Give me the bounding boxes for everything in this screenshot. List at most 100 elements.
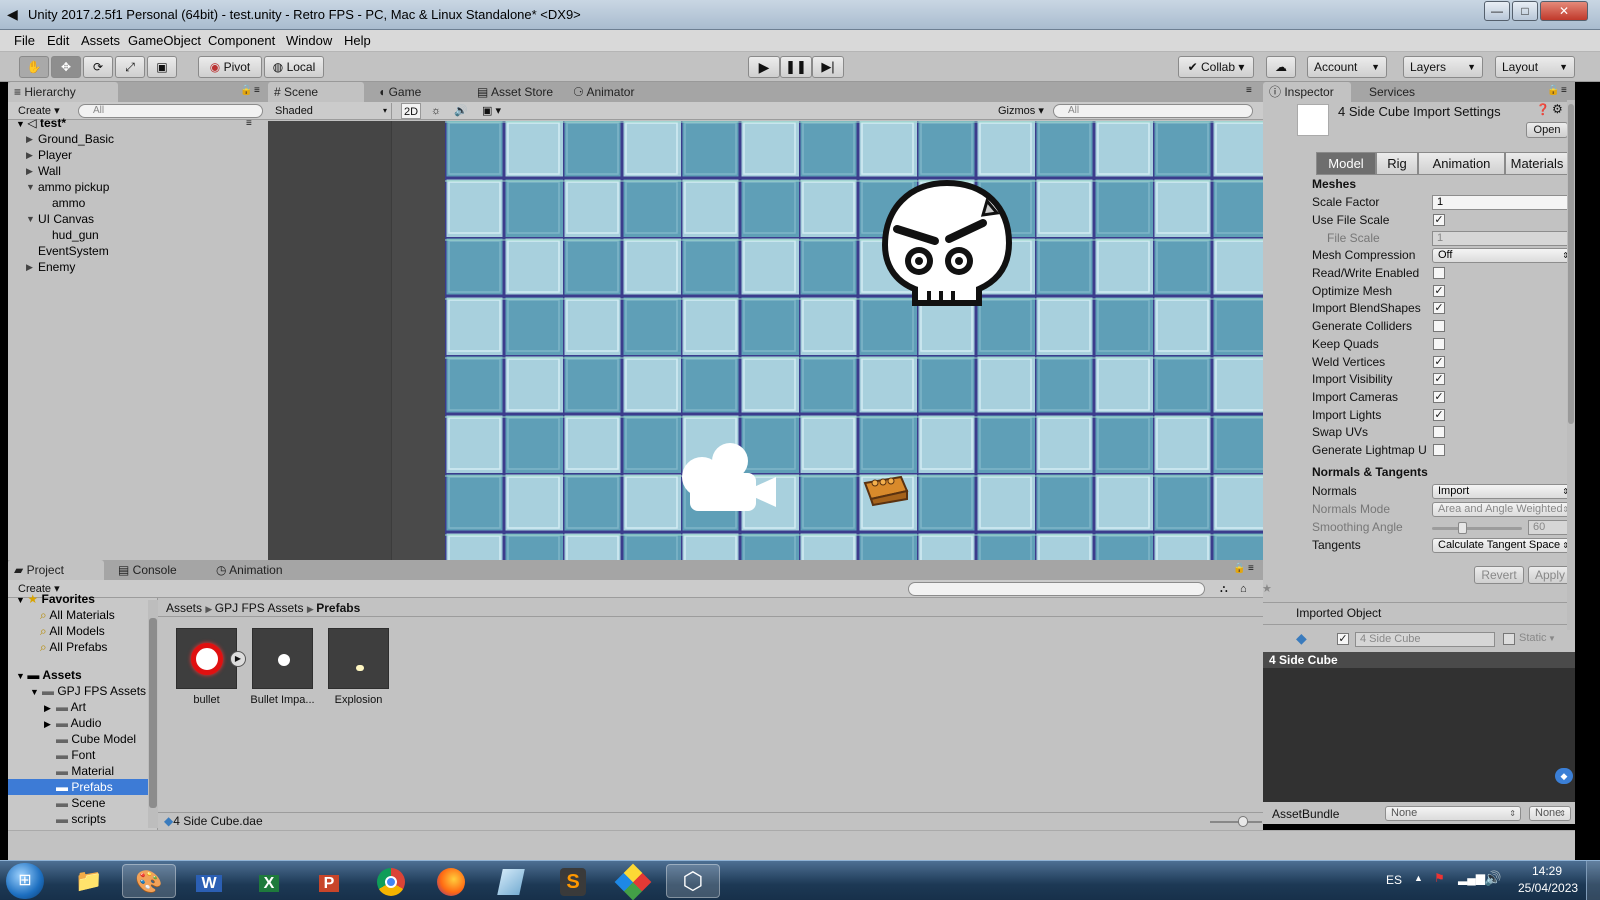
hierarchy-item[interactable]: ▼ UI Canvas bbox=[26, 212, 94, 226]
favorite-star-icon[interactable]: ★ bbox=[1262, 581, 1272, 597]
gizmos-dropdown[interactable]: Gizmos ▾ bbox=[998, 103, 1044, 119]
import-option-checkbox[interactable] bbox=[1433, 267, 1445, 279]
breadcrumb-prefabs[interactable]: Prefabs bbox=[316, 601, 360, 615]
import-option-checkbox[interactable]: ✓ bbox=[1433, 390, 1445, 403]
object-active-checkbox[interactable]: ✓ bbox=[1337, 633, 1349, 645]
firefox-icon[interactable] bbox=[424, 864, 478, 898]
static-checkbox[interactable] bbox=[1503, 633, 1515, 645]
folder-item[interactable]: ▬ Material bbox=[44, 764, 114, 778]
hierarchy-item[interactable]: ▶ Player bbox=[26, 148, 72, 162]
help-icon[interactable]: ❓ bbox=[1536, 103, 1550, 116]
assets-header[interactable]: ▼ ▬ Assets bbox=[16, 668, 82, 682]
pivot-toggle[interactable]: ◉ Pivot bbox=[198, 56, 262, 78]
scene-search-input[interactable]: All bbox=[1053, 104, 1253, 118]
rotate-tool-icon[interactable]: ⟳ bbox=[83, 56, 113, 78]
clock-time[interactable]: 14:29 bbox=[1532, 864, 1562, 878]
camera-gizmo-icon[interactable] bbox=[680, 441, 780, 516]
folder-item[interactable]: ▬ Font bbox=[44, 748, 95, 762]
menu-help[interactable]: Help bbox=[344, 33, 371, 48]
lock-icon[interactable]: 🔒 bbox=[240, 85, 252, 96]
tab-console[interactable]: ▤ Console bbox=[112, 560, 202, 580]
favorite-item[interactable]: ⌕ All Prefabs bbox=[40, 640, 107, 655]
tab-model[interactable]: Model bbox=[1316, 152, 1376, 175]
hierarchy-item[interactable]: EventSystem bbox=[38, 244, 109, 258]
collab-dropdown[interactable]: ✔ Collab ▾ bbox=[1178, 56, 1254, 78]
import-option-checkbox[interactable]: ✓ bbox=[1433, 302, 1445, 315]
revert-button[interactable]: Revert bbox=[1474, 566, 1524, 584]
menu-edit[interactable]: Edit bbox=[47, 33, 69, 48]
import-option-checkbox[interactable]: ✓ bbox=[1433, 284, 1445, 297]
expand-prefab-icon[interactable]: ▶ bbox=[230, 651, 246, 667]
move-tool-icon[interactable]: ✥ bbox=[51, 56, 81, 78]
tag-icon[interactable]: ◆ bbox=[1555, 768, 1573, 784]
unity-icon[interactable]: ⬡ bbox=[666, 864, 720, 898]
layers-dropdown[interactable]: Layers ▼ bbox=[1403, 56, 1483, 78]
hierarchy-item[interactable]: hud_gun bbox=[52, 228, 99, 242]
chevron-down-icon[interactable]: ▼ bbox=[26, 214, 35, 224]
breadcrumb-gpj[interactable]: GPJ FPS Assets bbox=[215, 601, 304, 615]
cloud-icon[interactable]: ☁ bbox=[1266, 56, 1296, 78]
folder-item[interactable]: ▬ Cube Model bbox=[44, 732, 136, 746]
filter-label-icon[interactable]: ⌂ bbox=[1240, 581, 1247, 597]
audio-toggle-icon[interactable]: 🔊 bbox=[454, 103, 468, 119]
asset-explosion[interactable] bbox=[328, 628, 389, 689]
panel-menu-icon[interactable]: ≡ bbox=[1248, 563, 1254, 574]
local-toggle[interactable]: ◍ Local bbox=[264, 56, 324, 78]
icon-size-slider[interactable] bbox=[1210, 821, 1262, 823]
clock-date[interactable]: 25/04/2023 bbox=[1518, 881, 1578, 895]
tab-game[interactable]: ◖ Game bbox=[372, 82, 452, 102]
open-button[interactable]: Open bbox=[1526, 122, 1568, 138]
scrollbar-thumb[interactable] bbox=[1568, 104, 1574, 424]
shading-dropdown[interactable]: Shaded ▾ bbox=[268, 103, 392, 119]
use-file-scale-checkbox[interactable]: ✓ bbox=[1433, 214, 1445, 226]
enemy-skull-sprite[interactable] bbox=[879, 177, 1019, 312]
folder-item[interactable]: ▼ ▬ GPJ FPS Assets bbox=[30, 684, 146, 698]
favorite-item[interactable]: ⌕ All Models bbox=[40, 624, 105, 639]
hierarchy-item[interactable]: ammo bbox=[52, 196, 85, 210]
folder-item[interactable]: ▶ ▬ Audio bbox=[44, 716, 101, 730]
volume-icon[interactable]: 🔊 bbox=[1484, 870, 1501, 887]
tab-inspector[interactable]: ⓘ Inspector bbox=[1263, 82, 1351, 102]
excel-icon[interactable]: X bbox=[242, 864, 296, 898]
panel-menu-icon[interactable]: ≡ bbox=[254, 85, 260, 96]
maximize-button[interactable]: □ bbox=[1512, 1, 1538, 21]
hierarchy-item[interactable]: ▶ Enemy bbox=[26, 260, 75, 274]
lock-icon[interactable]: 🔒 bbox=[1233, 563, 1245, 574]
play-button[interactable]: ▶ bbox=[748, 56, 780, 78]
2d-toggle[interactable]: 2D bbox=[401, 103, 421, 119]
tab-animation[interactable]: Animation bbox=[1418, 152, 1505, 175]
tab-rig[interactable]: Rig bbox=[1376, 152, 1418, 175]
ammo-pickup-sprite[interactable] bbox=[861, 471, 911, 507]
folder-item[interactable]: ▬ Prefabs bbox=[44, 780, 113, 794]
import-option-checkbox[interactable] bbox=[1433, 426, 1445, 439]
hierarchy-item[interactable]: ▼ ammo pickup bbox=[26, 180, 109, 194]
inspector-scrollbar[interactable] bbox=[1567, 100, 1575, 630]
scale-factor-field[interactable]: 1 bbox=[1432, 195, 1574, 210]
icon-size-slider-thumb[interactable] bbox=[1238, 816, 1248, 827]
powerpoint-icon[interactable]: P bbox=[302, 864, 356, 898]
import-option-checkbox[interactable]: ✓ bbox=[1433, 355, 1445, 368]
action-center-flag-icon[interactable]: ⚑ bbox=[1434, 871, 1445, 885]
menu-assets[interactable]: Assets bbox=[81, 33, 120, 48]
menu-window[interactable]: Window bbox=[286, 33, 332, 48]
tangents-dropdown[interactable]: Calculate Tangent Space ⇕ bbox=[1432, 538, 1574, 553]
step-button[interactable]: ▶| bbox=[812, 56, 844, 78]
scrollbar-thumb[interactable] bbox=[149, 618, 157, 808]
chrome-icon[interactable] bbox=[364, 864, 418, 898]
menu-file[interactable]: File bbox=[14, 33, 35, 48]
lighting-toggle-icon[interactable]: ☼ bbox=[431, 103, 441, 119]
chevron-down-icon[interactable]: ▼ bbox=[26, 182, 35, 192]
filter-type-icon[interactable]: ⛬ bbox=[1220, 581, 1228, 597]
import-option-checkbox[interactable] bbox=[1433, 320, 1445, 333]
gear-icon[interactable]: ⚙ bbox=[1552, 102, 1563, 116]
pause-button[interactable]: ❚❚ bbox=[780, 56, 812, 78]
panel-menu-icon[interactable]: ≡ bbox=[1561, 85, 1567, 96]
gamemaker-icon[interactable] bbox=[606, 863, 660, 900]
sublime-icon[interactable]: S bbox=[546, 864, 600, 898]
account-dropdown[interactable]: Account ▼ bbox=[1307, 56, 1387, 78]
show-desktop-button[interactable] bbox=[1586, 861, 1600, 900]
chevron-right-icon[interactable]: ▶ bbox=[26, 262, 33, 273]
scene-menu-icon[interactable]: ≡ bbox=[246, 118, 252, 129]
rect-tool-icon[interactable]: ▣ bbox=[147, 56, 177, 78]
effects-toggle-icon[interactable]: ▣ ▾ bbox=[482, 103, 501, 119]
